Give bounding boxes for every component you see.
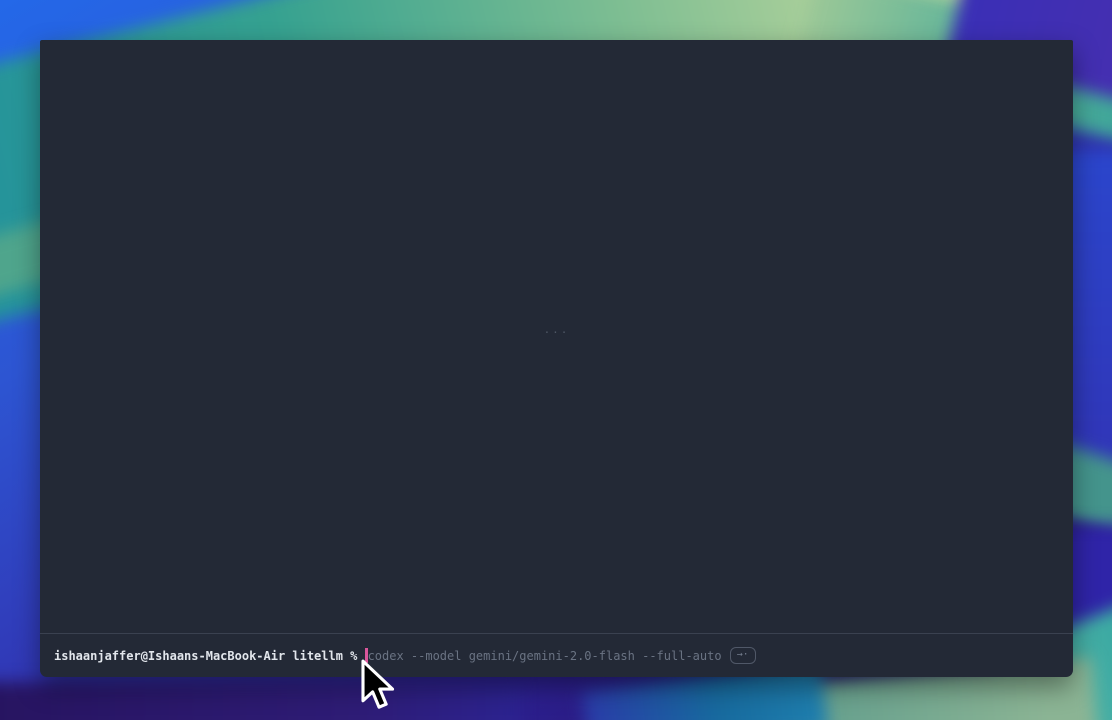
desktop-wallpaper: ... ishaanjaffer@Ishaans-MacBook-Air lit…	[0, 0, 1112, 720]
command-input-row[interactable]: ishaanjaffer@Ishaans-MacBook-Air litellm…	[40, 634, 1073, 677]
prompt-symbol: %	[350, 649, 357, 663]
terminal-window[interactable]: ... ishaanjaffer@Ishaans-MacBook-Air lit…	[40, 40, 1073, 677]
prompt-directory: litellm	[292, 649, 343, 663]
autosuggestion-text: codex --model gemini/gemini-2.0-flash --…	[368, 649, 722, 663]
terminal-scrollback: ...	[40, 40, 1073, 633]
collapsed-output-indicator: ...	[40, 323, 1073, 336]
prompt-user-host: ishaanjaffer@Ishaans-MacBook-Air	[54, 649, 285, 663]
right-arrow-icon: →·	[737, 649, 749, 660]
accept-suggestion-hint: →·	[730, 647, 756, 664]
wallpaper-bottom-purple-band	[0, 682, 520, 720]
